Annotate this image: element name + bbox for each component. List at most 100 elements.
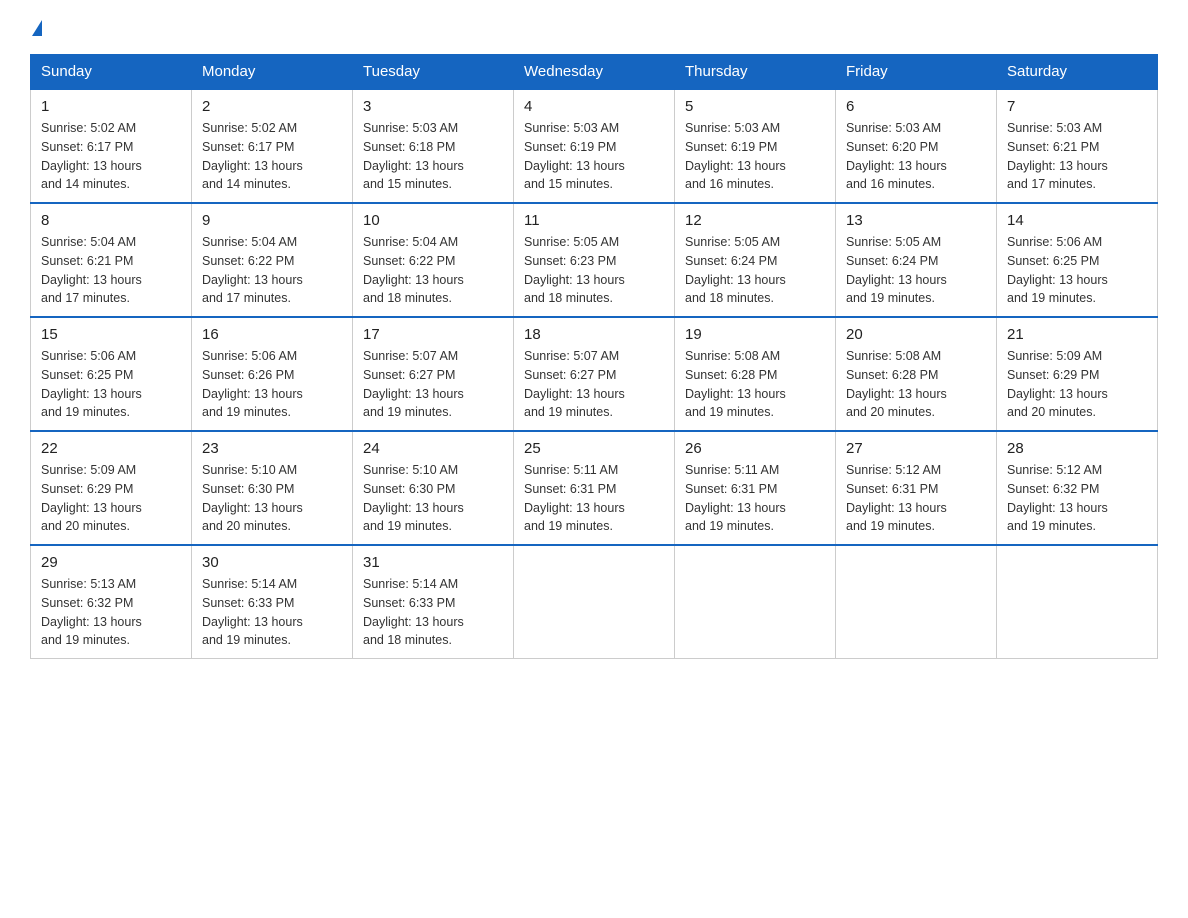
day-number: 17	[363, 326, 503, 343]
calendar-cell: 15 Sunrise: 5:06 AMSunset: 6:25 PMDaylig…	[31, 317, 192, 431]
day-info: Sunrise: 5:13 AMSunset: 6:32 PMDaylight:…	[41, 577, 142, 647]
calendar-cell: 29 Sunrise: 5:13 AMSunset: 6:32 PMDaylig…	[31, 545, 192, 659]
day-info: Sunrise: 5:05 AMSunset: 6:23 PMDaylight:…	[524, 235, 625, 305]
day-info: Sunrise: 5:06 AMSunset: 6:25 PMDaylight:…	[1007, 235, 1108, 305]
calendar-cell: 25 Sunrise: 5:11 AMSunset: 6:31 PMDaylig…	[514, 431, 675, 545]
calendar-cell: 8 Sunrise: 5:04 AMSunset: 6:21 PMDayligh…	[31, 203, 192, 317]
day-info: Sunrise: 5:12 AMSunset: 6:32 PMDaylight:…	[1007, 463, 1108, 533]
day-number: 3	[363, 98, 503, 115]
calendar-table: SundayMondayTuesdayWednesdayThursdayFrid…	[30, 54, 1158, 659]
weekday-header-monday: Monday	[192, 55, 353, 90]
day-info: Sunrise: 5:03 AMSunset: 6:20 PMDaylight:…	[846, 121, 947, 191]
day-number: 31	[363, 554, 503, 571]
calendar-row-2: 8 Sunrise: 5:04 AMSunset: 6:21 PMDayligh…	[31, 203, 1158, 317]
day-number: 13	[846, 212, 986, 229]
calendar-cell: 5 Sunrise: 5:03 AMSunset: 6:19 PMDayligh…	[675, 89, 836, 203]
day-number: 9	[202, 212, 342, 229]
calendar-cell: 16 Sunrise: 5:06 AMSunset: 6:26 PMDaylig…	[192, 317, 353, 431]
day-info: Sunrise: 5:08 AMSunset: 6:28 PMDaylight:…	[685, 349, 786, 419]
day-number: 22	[41, 440, 181, 457]
day-info: Sunrise: 5:05 AMSunset: 6:24 PMDaylight:…	[685, 235, 786, 305]
day-number: 19	[685, 326, 825, 343]
logo	[30, 20, 42, 36]
day-info: Sunrise: 5:04 AMSunset: 6:21 PMDaylight:…	[41, 235, 142, 305]
calendar-cell: 4 Sunrise: 5:03 AMSunset: 6:19 PMDayligh…	[514, 89, 675, 203]
calendar-cell: 30 Sunrise: 5:14 AMSunset: 6:33 PMDaylig…	[192, 545, 353, 659]
day-info: Sunrise: 5:03 AMSunset: 6:18 PMDaylight:…	[363, 121, 464, 191]
day-info: Sunrise: 5:10 AMSunset: 6:30 PMDaylight:…	[363, 463, 464, 533]
day-info: Sunrise: 5:04 AMSunset: 6:22 PMDaylight:…	[202, 235, 303, 305]
day-number: 5	[685, 98, 825, 115]
day-number: 7	[1007, 98, 1147, 115]
day-number: 6	[846, 98, 986, 115]
day-number: 12	[685, 212, 825, 229]
calendar-cell: 13 Sunrise: 5:05 AMSunset: 6:24 PMDaylig…	[836, 203, 997, 317]
calendar-row-5: 29 Sunrise: 5:13 AMSunset: 6:32 PMDaylig…	[31, 545, 1158, 659]
day-number: 14	[1007, 212, 1147, 229]
day-info: Sunrise: 5:14 AMSunset: 6:33 PMDaylight:…	[363, 577, 464, 647]
weekday-header-wednesday: Wednesday	[514, 55, 675, 90]
calendar-cell: 23 Sunrise: 5:10 AMSunset: 6:30 PMDaylig…	[192, 431, 353, 545]
day-number: 18	[524, 326, 664, 343]
weekday-header-saturday: Saturday	[997, 55, 1158, 90]
logo-triangle-icon	[32, 20, 42, 36]
calendar-cell: 6 Sunrise: 5:03 AMSunset: 6:20 PMDayligh…	[836, 89, 997, 203]
day-number: 11	[524, 212, 664, 229]
day-info: Sunrise: 5:03 AMSunset: 6:19 PMDaylight:…	[685, 121, 786, 191]
calendar-cell: 2 Sunrise: 5:02 AMSunset: 6:17 PMDayligh…	[192, 89, 353, 203]
day-number: 28	[1007, 440, 1147, 457]
calendar-row-3: 15 Sunrise: 5:06 AMSunset: 6:25 PMDaylig…	[31, 317, 1158, 431]
day-info: Sunrise: 5:02 AMSunset: 6:17 PMDaylight:…	[41, 121, 142, 191]
calendar-cell: 21 Sunrise: 5:09 AMSunset: 6:29 PMDaylig…	[997, 317, 1158, 431]
day-number: 20	[846, 326, 986, 343]
calendar-cell: 28 Sunrise: 5:12 AMSunset: 6:32 PMDaylig…	[997, 431, 1158, 545]
weekday-header-tuesday: Tuesday	[353, 55, 514, 90]
day-number: 29	[41, 554, 181, 571]
calendar-cell: 11 Sunrise: 5:05 AMSunset: 6:23 PMDaylig…	[514, 203, 675, 317]
day-number: 21	[1007, 326, 1147, 343]
calendar-cell: 31 Sunrise: 5:14 AMSunset: 6:33 PMDaylig…	[353, 545, 514, 659]
day-info: Sunrise: 5:07 AMSunset: 6:27 PMDaylight:…	[363, 349, 464, 419]
day-number: 24	[363, 440, 503, 457]
day-info: Sunrise: 5:05 AMSunset: 6:24 PMDaylight:…	[846, 235, 947, 305]
calendar-cell	[514, 545, 675, 659]
day-info: Sunrise: 5:06 AMSunset: 6:25 PMDaylight:…	[41, 349, 142, 419]
calendar-cell: 14 Sunrise: 5:06 AMSunset: 6:25 PMDaylig…	[997, 203, 1158, 317]
calendar-cell: 1 Sunrise: 5:02 AMSunset: 6:17 PMDayligh…	[31, 89, 192, 203]
day-number: 15	[41, 326, 181, 343]
day-info: Sunrise: 5:02 AMSunset: 6:17 PMDaylight:…	[202, 121, 303, 191]
calendar-row-1: 1 Sunrise: 5:02 AMSunset: 6:17 PMDayligh…	[31, 89, 1158, 203]
day-number: 2	[202, 98, 342, 115]
day-info: Sunrise: 5:04 AMSunset: 6:22 PMDaylight:…	[363, 235, 464, 305]
day-info: Sunrise: 5:06 AMSunset: 6:26 PMDaylight:…	[202, 349, 303, 419]
weekday-header-sunday: Sunday	[31, 55, 192, 90]
day-number: 4	[524, 98, 664, 115]
day-info: Sunrise: 5:14 AMSunset: 6:33 PMDaylight:…	[202, 577, 303, 647]
calendar-cell: 18 Sunrise: 5:07 AMSunset: 6:27 PMDaylig…	[514, 317, 675, 431]
calendar-cell	[836, 545, 997, 659]
day-number: 27	[846, 440, 986, 457]
calendar-cell	[675, 545, 836, 659]
day-number: 25	[524, 440, 664, 457]
day-info: Sunrise: 5:12 AMSunset: 6:31 PMDaylight:…	[846, 463, 947, 533]
weekday-header-thursday: Thursday	[675, 55, 836, 90]
calendar-cell: 10 Sunrise: 5:04 AMSunset: 6:22 PMDaylig…	[353, 203, 514, 317]
day-info: Sunrise: 5:09 AMSunset: 6:29 PMDaylight:…	[1007, 349, 1108, 419]
header	[30, 20, 1158, 36]
day-info: Sunrise: 5:09 AMSunset: 6:29 PMDaylight:…	[41, 463, 142, 533]
day-number: 16	[202, 326, 342, 343]
calendar-cell: 22 Sunrise: 5:09 AMSunset: 6:29 PMDaylig…	[31, 431, 192, 545]
day-number: 10	[363, 212, 503, 229]
day-info: Sunrise: 5:08 AMSunset: 6:28 PMDaylight:…	[846, 349, 947, 419]
day-number: 23	[202, 440, 342, 457]
calendar-cell: 24 Sunrise: 5:10 AMSunset: 6:30 PMDaylig…	[353, 431, 514, 545]
calendar-cell: 26 Sunrise: 5:11 AMSunset: 6:31 PMDaylig…	[675, 431, 836, 545]
calendar-cell: 7 Sunrise: 5:03 AMSunset: 6:21 PMDayligh…	[997, 89, 1158, 203]
weekday-header-friday: Friday	[836, 55, 997, 90]
calendar-cell	[997, 545, 1158, 659]
calendar-cell: 9 Sunrise: 5:04 AMSunset: 6:22 PMDayligh…	[192, 203, 353, 317]
calendar-body: 1 Sunrise: 5:02 AMSunset: 6:17 PMDayligh…	[31, 89, 1158, 659]
calendar-cell: 17 Sunrise: 5:07 AMSunset: 6:27 PMDaylig…	[353, 317, 514, 431]
calendar-cell: 20 Sunrise: 5:08 AMSunset: 6:28 PMDaylig…	[836, 317, 997, 431]
calendar-row-4: 22 Sunrise: 5:09 AMSunset: 6:29 PMDaylig…	[31, 431, 1158, 545]
